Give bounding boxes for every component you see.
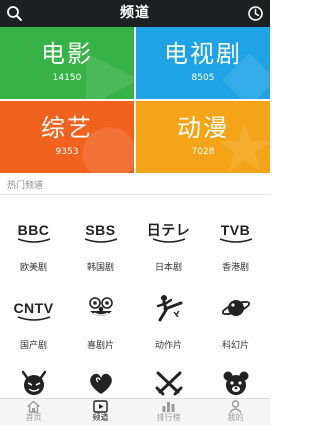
- tile-name: 电视剧: [164, 40, 242, 68]
- ranking-icon: [162, 402, 175, 412]
- channel-tvb[interactable]: TVB 香港剧: [202, 210, 269, 288]
- divider: [0, 194, 270, 195]
- swoosh-icon: [17, 238, 51, 243]
- clown-face-icon: [67, 288, 134, 328]
- top-bar: 频道: [0, 0, 270, 27]
- bear-face-icon: [202, 368, 269, 398]
- tile-count: 7028: [191, 147, 215, 157]
- channel-scifi[interactable]: 科幻片: [202, 288, 269, 366]
- tile-anime[interactable]: ★ 动漫 7028: [136, 101, 270, 173]
- tile-count: 8505: [191, 73, 215, 83]
- channel-action[interactable]: 动作片: [135, 288, 202, 366]
- channel-label: 韩国剧: [86, 263, 114, 273]
- channel-bbc[interactable]: BBC 欧美剧: [0, 210, 67, 288]
- user-icon: [229, 400, 242, 413]
- play-icon: [93, 400, 108, 413]
- page-title: 频道: [120, 5, 150, 21]
- tab-mine[interactable]: 我的: [202, 399, 269, 425]
- hearts-icon: [67, 368, 134, 398]
- tile-count: 14150: [52, 73, 82, 83]
- tile-name: 电影: [41, 40, 93, 68]
- crossed-swords-icon: [135, 368, 202, 398]
- channel-label: 国产剧: [19, 341, 47, 351]
- channel-ntv[interactable]: 日テレ 日本剧: [135, 210, 202, 288]
- channel-label: 动作片: [154, 341, 182, 351]
- history-clock-icon[interactable]: [247, 5, 264, 22]
- tab-label: 首页: [25, 413, 42, 422]
- tile-name: 动漫: [177, 114, 229, 142]
- channel-label: 欧美剧: [19, 263, 47, 273]
- channel-label: 科幻片: [221, 341, 249, 351]
- channel-label: 香港剧: [221, 263, 249, 273]
- kick-fighter-icon: [135, 288, 202, 328]
- devil-face-icon: [0, 368, 67, 398]
- tile-movie[interactable]: ▶ 电影 14150: [0, 27, 134, 99]
- tab-label: 排行榜: [156, 413, 181, 422]
- tile-name: 综艺: [41, 114, 93, 142]
- tab-label: 频道: [92, 413, 109, 422]
- tile-tv-series[interactable]: ◆ 电视剧 8505: [136, 27, 270, 99]
- swoosh-icon: [152, 238, 186, 243]
- home-icon: [27, 400, 40, 413]
- tab-home[interactable]: 首页: [0, 399, 67, 425]
- planet-icon: [202, 288, 269, 328]
- swoosh-icon: [219, 238, 253, 243]
- tile-variety[interactable]: ● 综艺 9353: [0, 101, 134, 173]
- tab-channels[interactable]: 频道: [67, 399, 134, 425]
- tab-ranking[interactable]: 排行榜: [135, 399, 202, 425]
- tile-count: 9353: [55, 147, 79, 157]
- swoosh-icon: [84, 238, 118, 243]
- channel-label: 喜剧片: [86, 341, 114, 351]
- bottom-tab-bar: 首页 频道 排行榜 我的: [0, 398, 270, 425]
- channel-label: 日本剧: [154, 263, 182, 273]
- channel-sbs[interactable]: SBS 韩国剧: [67, 210, 134, 288]
- channel-comedy[interactable]: 喜剧片: [67, 288, 134, 366]
- channel-cntv[interactable]: CNTV 国产剧: [0, 288, 67, 366]
- tab-label: 我的: [227, 413, 244, 422]
- section-title: 热门频道: [7, 181, 44, 191]
- swoosh-icon: [17, 316, 51, 321]
